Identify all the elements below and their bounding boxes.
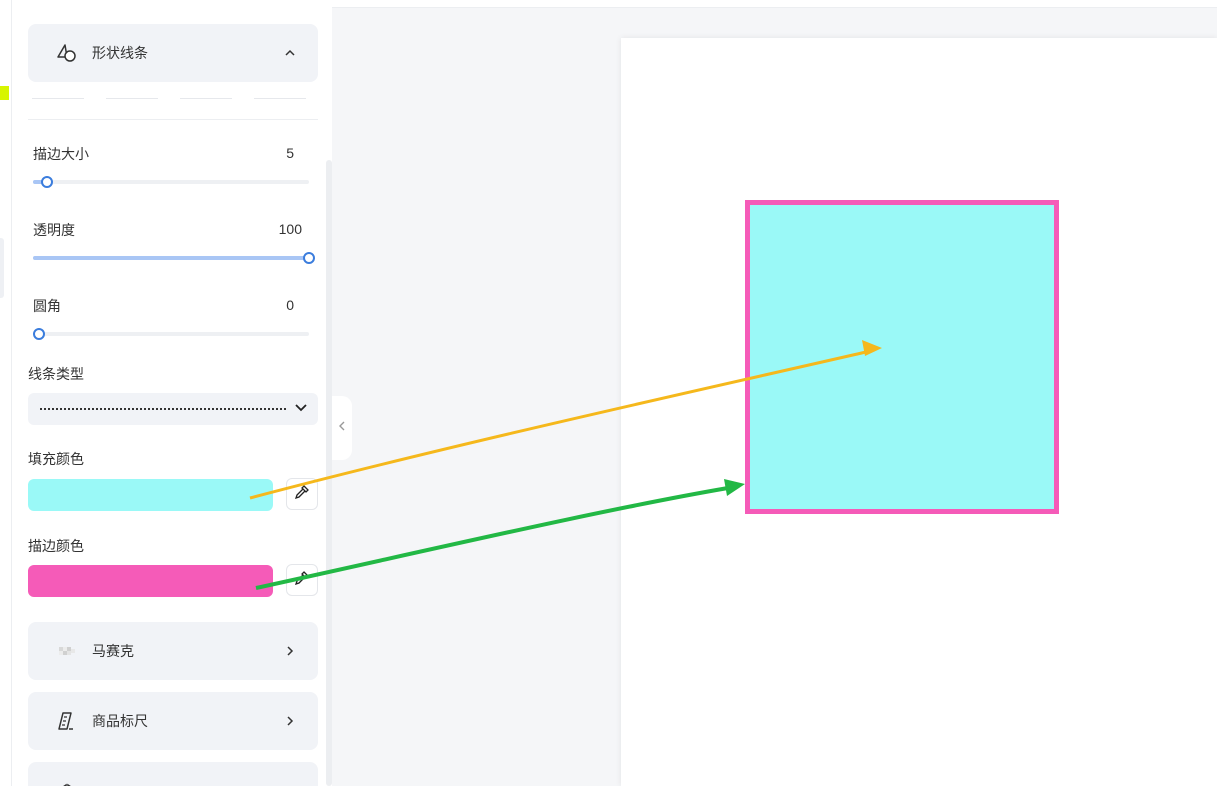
opacity-slider[interactable]	[33, 252, 315, 264]
fill-color-picker-button[interactable]	[286, 478, 318, 510]
shape-icon	[56, 42, 78, 64]
opacity-value: 100	[278, 221, 302, 237]
stroke-size-label: 描边大小	[33, 146, 89, 162]
opacity-slider-thumb[interactable]	[303, 252, 315, 264]
corner-radius-value: 0	[286, 297, 294, 313]
ruler-icon	[56, 710, 78, 732]
fill-color-swatch[interactable]	[28, 479, 273, 511]
chevron-up-icon[interactable]	[282, 45, 298, 61]
shape-lines-section-title: 形状线条	[92, 45, 148, 61]
fill-color-label: 填充颜色	[28, 451, 84, 467]
stroke-size-value: 5	[286, 145, 294, 161]
chevron-right-icon[interactable]	[282, 713, 298, 729]
grid-icon	[56, 780, 78, 786]
stroke-color-picker-button[interactable]	[286, 564, 318, 596]
stroke-size-slider[interactable]	[33, 176, 309, 188]
line-type-label: 线条类型	[28, 366, 84, 382]
left-toolbar-active-tab[interactable]	[0, 238, 4, 298]
product-ruler-section-title: 商品标尺	[92, 713, 148, 729]
edge-badge	[0, 86, 9, 100]
shape-lines-section-header[interactable]: 形状线条	[28, 24, 318, 82]
shape-tab-strip	[32, 98, 322, 100]
workspace-top-bar	[332, 0, 1217, 8]
product-ruler-section-header[interactable]: 商品标尺	[28, 692, 318, 750]
mosaic-icon	[56, 640, 78, 662]
stroke-color-swatch[interactable]	[28, 565, 273, 597]
opacity-label: 透明度	[33, 222, 75, 238]
properties-panel: 形状线条 描边大小 5 透明度 100 圆角 0 线条类型 填充颜色 描边颜色 …	[12, 0, 332, 786]
chevron-left-icon	[337, 419, 347, 437]
stroke-color-label: 描边颜色	[28, 538, 84, 554]
line-type-select[interactable]	[28, 393, 318, 425]
mosaic-section-header[interactable]: 马赛克	[28, 622, 318, 680]
stroke-size-slider-thumb[interactable]	[40, 176, 53, 188]
panel-scrollbar[interactable]	[326, 160, 332, 786]
eyedropper-icon	[294, 570, 310, 591]
collapse-panel-button[interactable]	[332, 396, 352, 460]
rectangle-shape[interactable]	[745, 200, 1059, 514]
chevron-right-icon[interactable]	[282, 643, 298, 659]
section-divider	[28, 119, 318, 120]
mosaic-section-title: 马赛克	[92, 643, 134, 659]
corner-radius-slider-thumb[interactable]	[33, 328, 45, 340]
design-canvas[interactable]	[621, 38, 1217, 786]
corner-radius-label: 圆角	[33, 298, 61, 314]
corner-radius-slider[interactable]	[33, 328, 309, 340]
opacity-slider-fill	[33, 256, 309, 260]
dotted-line-preview	[40, 408, 286, 410]
eyedropper-icon	[294, 484, 310, 505]
next-section-header[interactable]	[28, 762, 318, 786]
chevron-down-icon	[294, 400, 308, 419]
left-toolbar-edge	[0, 0, 12, 786]
